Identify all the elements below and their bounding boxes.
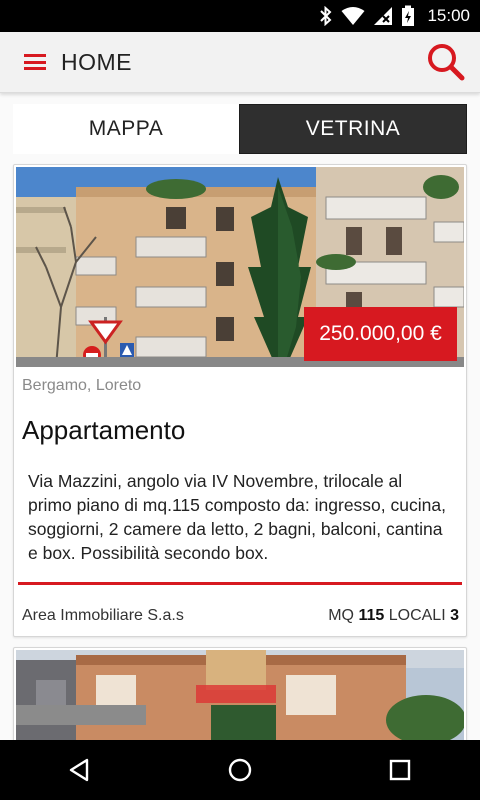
clock: 15:00 <box>427 6 470 25</box>
listing-card[interactable]: 250.000,00 € Bergamo, Loreto Appartament… <box>13 164 467 637</box>
tab-mappa[interactable]: MAPPA <box>13 104 239 154</box>
tab-vetrina[interactable]: VETRINA <box>239 104 467 154</box>
battery-charging-icon <box>402 5 415 26</box>
status-icons: 15:00 <box>319 0 470 32</box>
app-bar: HOME <box>0 32 480 93</box>
wifi-icon <box>341 7 365 25</box>
menu-icon[interactable] <box>18 46 52 78</box>
back-icon[interactable] <box>50 740 110 800</box>
search-icon[interactable] <box>426 42 466 82</box>
mq-label: MQ <box>328 607 354 624</box>
home-icon[interactable] <box>210 740 270 800</box>
page-title: HOME <box>61 49 132 75</box>
listing-type: Appartamento <box>22 415 186 445</box>
mq-value: 115 <box>358 607 385 624</box>
listing-specs: MQ 115 LOCALI 3 <box>328 607 459 625</box>
screen: 15:00 HOME MAPPA VETRINA 250.000,00 € Be… <box>0 0 480 800</box>
divider <box>18 582 462 585</box>
listing-photo[interactable] <box>16 650 464 748</box>
listing-photo[interactable]: 250.000,00 € <box>16 167 464 367</box>
listing-agency: Area Immobiliare S.a.s <box>22 607 184 624</box>
bluetooth-icon <box>320 6 332 26</box>
listing-description: Via Mazzini, angolo via IV Novembre, tri… <box>28 471 446 563</box>
listing-location: Bergamo, Loreto <box>22 377 142 394</box>
locali-label: LOCALI <box>388 607 446 624</box>
status-bar: 15:00 <box>0 0 480 32</box>
price-badge: 250.000,00 € <box>304 307 457 361</box>
recents-icon[interactable] <box>370 740 430 800</box>
navigation-bar <box>0 740 480 800</box>
locali-value: 3 <box>450 607 459 624</box>
signal-icon <box>374 7 393 25</box>
view-tabs: MAPPA VETRINA <box>13 104 467 154</box>
listing-card[interactable] <box>13 647 467 749</box>
